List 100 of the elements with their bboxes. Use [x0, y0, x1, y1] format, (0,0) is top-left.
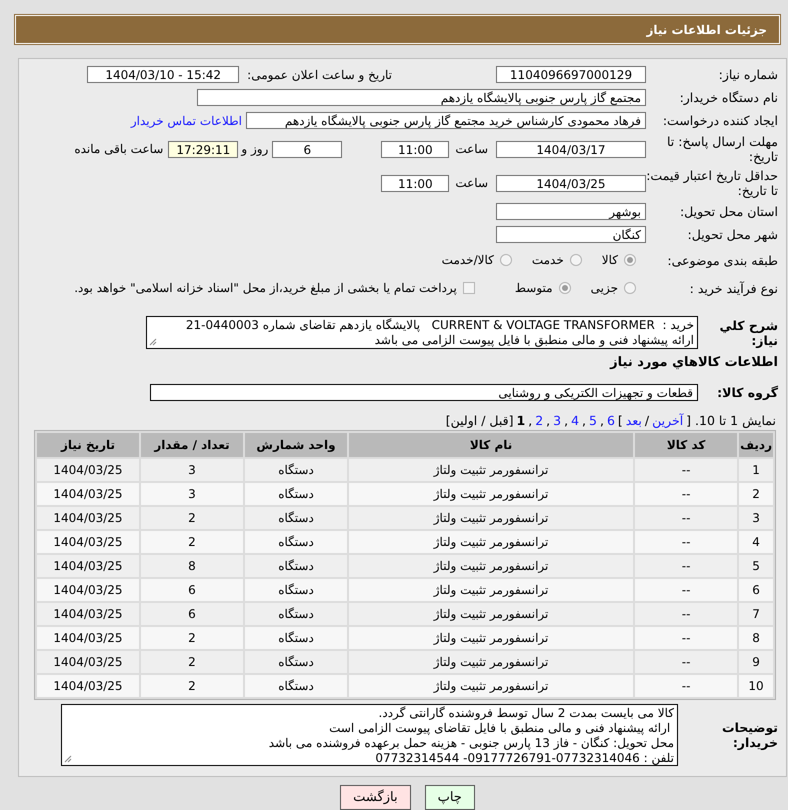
- table-cell: 1404/03/25: [37, 459, 139, 481]
- table-cell: --: [635, 651, 738, 673]
- page-link[interactable]: 4: [571, 413, 580, 428]
- page-link[interactable]: 5: [589, 413, 597, 428]
- field-label: حداقل تاریخ اعتبار قیمت: تا تاریخ:: [646, 168, 779, 198]
- text-field[interactable]: فرهاد محمودی کارشناس خرید مجتمع گاز پارس جنوبی پالایشگاه یازدهم: [246, 112, 646, 129]
- table-cell: 1404/03/25: [37, 531, 139, 553]
- table-cell: 3: [141, 459, 243, 481]
- table-cell: 1404/03/25: [37, 651, 139, 673]
- table-cell: دستگاه: [245, 459, 347, 481]
- text-field[interactable]: 11:00: [381, 174, 450, 192]
- table-cell: 6: [739, 579, 773, 601]
- pagination-text: ,: [564, 413, 568, 428]
- radio-button[interactable]: [624, 254, 636, 266]
- table-cell: --: [635, 627, 738, 649]
- table-cell: دستگاه: [245, 675, 347, 697]
- text-field[interactable]: 1404/03/25: [496, 174, 646, 192]
- table-cell: دستگاه: [245, 651, 347, 673]
- table-cell: ترانسفورمر تثبیت ولتاژ: [349, 627, 634, 649]
- countdown-field[interactable]: 17:29:11: [168, 140, 238, 158]
- table-cell: 1404/03/25: [37, 507, 139, 529]
- back-button[interactable]: بازگشت: [340, 785, 411, 810]
- text-field[interactable]: 11:00: [381, 140, 450, 158]
- table-cell: --: [635, 555, 738, 577]
- radio-button[interactable]: [570, 254, 582, 266]
- table-cell: 1404/03/25: [37, 483, 139, 505]
- table-cell: 8: [141, 555, 243, 577]
- column-header: تعداد / مقدار: [141, 433, 243, 457]
- pagination-text: ,: [546, 413, 550, 428]
- text-field[interactable]: 6: [272, 140, 342, 158]
- description-box[interactable]: خرید : CURRENT & VOLTAGE TRANSFORMER پالایشگاه یازدهم تقاضای شماره 0440003-21 ارائه پیشنهاد فنی و مالی منطبق با فایل پیوست الزامی می باشد: [146, 316, 698, 349]
- text-field[interactable]: کنگان: [496, 226, 646, 243]
- table-cell: 2: [141, 675, 243, 697]
- field-label: ایجاد کننده درخواست:: [662, 113, 779, 128]
- text-field[interactable]: 1404/03/10 - 15:42: [87, 66, 240, 83]
- column-header: تاریخ نیاز: [37, 433, 139, 457]
- page-link[interactable]: آخرین: [652, 413, 684, 428]
- field-label: طبقه بندی موضوعی:: [666, 252, 779, 268]
- table-cell: --: [635, 603, 738, 625]
- text-field[interactable]: 1104096697000129: [496, 66, 646, 83]
- table-cell: 9: [739, 651, 773, 673]
- table-cell: 6: [141, 603, 243, 625]
- table-cell: 2: [141, 651, 243, 673]
- page-link[interactable]: 3: [553, 413, 562, 428]
- text-field[interactable]: بوشهر: [496, 203, 646, 220]
- current-page: 1: [516, 413, 526, 428]
- page-title: جزئیات اطلاعات نیاز: [15, 15, 780, 44]
- field-label: پرداخت تمام یا بخشی از مبلغ خرید،از محل "اسناد خزانه اسلامی" خواهد بود.: [74, 281, 457, 295]
- text-field[interactable]: 1404/03/17: [496, 140, 646, 158]
- pagination-text: /: [644, 413, 650, 428]
- table-cell: 3: [141, 483, 243, 505]
- field-label: روز و: [241, 142, 268, 156]
- radio-button[interactable]: [558, 282, 571, 294]
- table-cell: 2: [141, 531, 243, 553]
- table-cell: 4: [739, 531, 773, 553]
- column-header: نام کالا: [349, 433, 634, 457]
- table-cell: --: [635, 531, 738, 553]
- table-cell: --: [635, 459, 738, 481]
- field-label: کالا: [602, 253, 618, 267]
- print-button[interactable]: چاپ: [424, 785, 475, 810]
- table-cell: 3: [739, 507, 773, 529]
- table-cell: دستگاه: [245, 555, 347, 577]
- table-cell: دستگاه: [245, 603, 347, 625]
- table-cell: 8: [739, 627, 773, 649]
- field-label: ساعت: [455, 176, 488, 190]
- table-cell: دستگاه: [245, 579, 347, 601]
- table-cell: --: [635, 483, 738, 505]
- page-link[interactable]: 6: [606, 413, 615, 428]
- table-cell: ترانسفورمر تثبیت ولتاژ: [349, 483, 634, 505]
- text-field[interactable]: قطعات و تجهیزات الکتریکی و روشنایی: [150, 384, 698, 401]
- column-header: ردیف: [739, 433, 773, 457]
- table-cell: ترانسفورمر تثبیت ولتاژ: [349, 651, 634, 673]
- table-cell: ترانسفورمر تثبیت ولتاژ: [349, 531, 634, 553]
- field-label: گروه کالا:: [716, 385, 779, 400]
- table-cell: دستگاه: [245, 627, 347, 649]
- table-cell: 1404/03/25: [37, 579, 139, 601]
- pagination-text: نمایش 1 تا 10. [: [686, 413, 776, 428]
- pagination-text: ,: [600, 413, 604, 428]
- column-header: کد کالا: [635, 433, 738, 457]
- page-link[interactable]: 2: [535, 413, 544, 428]
- contact-link[interactable]: اطلاعات تماس خریدار: [130, 114, 242, 128]
- field-label: مهلت ارسال پاسخ: تا تاریخ:: [666, 134, 779, 164]
- table-cell: ترانسفورمر تثبیت ولتاژ: [349, 555, 634, 577]
- notes-box[interactable]: کالا می بایست بمدت 2 سال توسط فروشنده گارانتی گردد. ارائه پیشنهاد فنی و مالی منطبق با فایل تقاضای پیوست الزامی است محل تحویل: کنگان - فاز 13 پارس جنوبی - هزینه حمل برعهده فروشنده می باشد تلفن : 07732314046-09177726791- 07732314544: [61, 704, 678, 766]
- table-cell: ترانسفورمر تثبیت ولتاژ: [349, 603, 634, 625]
- table-cell: 1404/03/25: [37, 603, 139, 625]
- table-cell: 1404/03/25: [37, 627, 139, 649]
- page-link[interactable]: بعد: [626, 413, 642, 428]
- radio-button[interactable]: [624, 282, 636, 294]
- field-label: نوع فرآیند خرید :: [688, 280, 779, 296]
- table-cell: ترانسفورمر تثبیت ولتاژ: [349, 459, 634, 481]
- field-label: شرح کلي نياز:: [718, 318, 779, 348]
- table-cell: 5: [739, 555, 773, 577]
- pagination-text: ,: [582, 413, 586, 428]
- radio-button[interactable]: [500, 254, 512, 266]
- text-field[interactable]: مجتمع گاز پارس جنوبی پالایشگاه یازدهم: [197, 89, 646, 106]
- table-cell: 2: [739, 483, 773, 505]
- checkbox[interactable]: [462, 282, 475, 294]
- table-cell: ترانسفورمر تثبیت ولتاژ: [349, 579, 634, 601]
- column-header: واحد شمارش: [245, 433, 347, 457]
